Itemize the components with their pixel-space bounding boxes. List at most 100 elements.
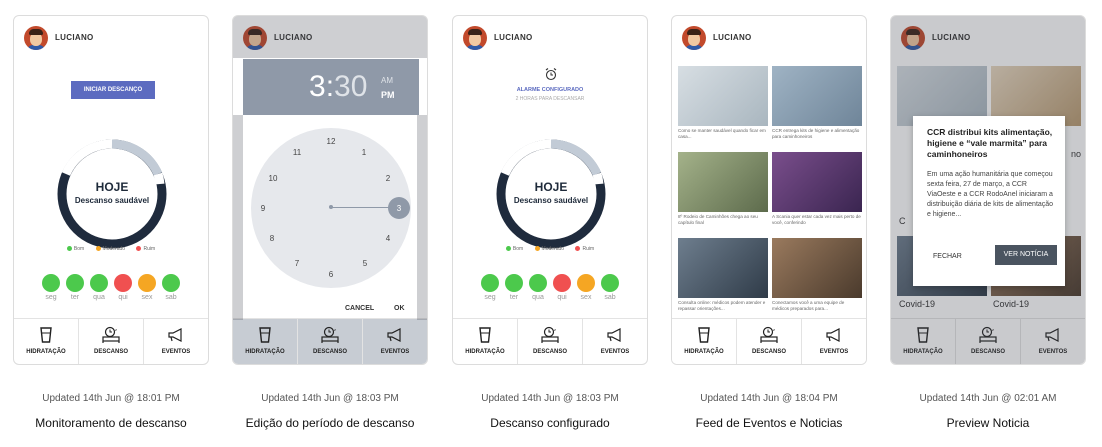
glass-icon	[40, 327, 52, 343]
day-status: qua	[90, 274, 109, 301]
ring-title: HOJE	[534, 180, 568, 194]
nav-eventos[interactable]: EVENTOS	[583, 319, 647, 364]
day-status: qui	[114, 274, 133, 301]
nav-eventos[interactable]: EVENTOS	[802, 319, 866, 364]
day-status: ter	[66, 274, 85, 301]
dial-number: 1	[361, 148, 367, 157]
time-picker-header: 3:30 AM PM	[243, 59, 419, 115]
nav-descanso[interactable]: z DESCANSO	[298, 319, 363, 364]
screen-feed: LUCIANO Como se manter saudável quando f…	[671, 15, 867, 365]
avatar[interactable]	[682, 26, 706, 50]
time-dial[interactable]: 12 1 2 3 4 5 6 7 8 9 10 11	[251, 128, 411, 288]
dial-number: 9	[260, 204, 266, 213]
dial-number: 7	[294, 259, 300, 268]
updated-label: Updated 14th Jun @ 18:03 PM	[481, 393, 619, 404]
screen-title: Preview Noticia	[946, 416, 1030, 430]
dial-number: 5	[362, 259, 368, 268]
updated-label: Updated 14th Jun @ 18:04 PM	[700, 393, 838, 404]
svg-text:z: z	[334, 327, 336, 332]
nav-hidratacao[interactable]: HIDRATAÇÃO	[672, 319, 737, 364]
news-card[interactable]: A Scania quer estar cada vez mais perto …	[772, 152, 862, 236]
user-name: LUCIANO	[55, 33, 94, 42]
status-legend: Bom Moderado Ruim	[14, 246, 208, 252]
modal-body: Em uma ação humanitária que começou sext…	[927, 171, 1054, 218]
news-card[interactable]: Como se manter saudável quando ficar em …	[678, 66, 768, 150]
nav-eventos[interactable]: EVENTOS	[363, 319, 427, 364]
status-legend: Bom Moderado Ruim	[453, 246, 647, 252]
dial-number: 3	[396, 204, 402, 213]
cancel-button[interactable]: CANCEL	[345, 305, 374, 312]
svg-text:z: z	[115, 327, 117, 332]
alarm-subtitle: 2 HORAS PARA DESCANSAR	[515, 96, 585, 102]
screen-title: Descanso configurado	[490, 416, 610, 430]
news-image	[772, 152, 862, 212]
glass-icon	[479, 327, 491, 343]
news-card[interactable]: 8º Rodeio de Caminhões chega ao seu capí…	[678, 152, 768, 236]
nav-descanso[interactable]: z DESCANSO	[518, 319, 583, 364]
news-card[interactable]: Consulta online: médicos podem atender e…	[678, 238, 768, 322]
nav-hidratacao[interactable]: HIDRATAÇÃO	[453, 319, 518, 364]
news-image	[772, 66, 862, 126]
avatar[interactable]	[463, 26, 487, 50]
nav-hidratacao[interactable]: HIDRATAÇÃO	[14, 319, 79, 364]
alarm-title: ALARME CONFIGURADO	[516, 87, 584, 93]
bottom-nav: HIDRATAÇÃO z DESCANSO EVENTOS	[453, 318, 647, 364]
updated-label: Updated 14th Jun @ 18:03 PM	[261, 393, 399, 404]
news-image	[678, 66, 768, 126]
avatar[interactable]	[24, 26, 48, 50]
week-status: seg ter qua qui sex sab	[453, 274, 647, 301]
start-rest-button[interactable]: INICIAR DESCANÇO	[71, 81, 155, 99]
bed-clock-icon: z	[760, 326, 778, 343]
dial-number: 8	[269, 234, 275, 243]
nav-descanso[interactable]: z DESCANSO	[79, 319, 144, 364]
dial-number: 6	[328, 270, 334, 279]
bottom-nav: HIDRATAÇÃO z DESCANSO EVENTOS	[14, 318, 208, 364]
news-card[interactable]: CCR entrega kits de higiene e alimentaçã…	[772, 66, 862, 150]
news-image	[772, 238, 862, 298]
screen-configurado: LUCIANO ALARME CONFIGURADO 2 HORAS PARA …	[452, 15, 648, 365]
glass-icon	[259, 327, 271, 343]
megaphone-icon	[387, 328, 401, 342]
close-button[interactable]: FECHAR	[933, 253, 962, 260]
user-name: LUCIANO	[494, 33, 533, 42]
nav-hidratacao[interactable]: HIDRATAÇÃO	[233, 319, 298, 364]
nav-descanso[interactable]: z DESCANSO	[737, 319, 802, 364]
ring-chart	[496, 139, 606, 249]
app-header: LUCIANO	[14, 16, 208, 58]
ring-title: HOJE	[95, 180, 129, 194]
day-status: sex	[577, 274, 596, 301]
ring-subtitle: Descanso saudável	[74, 196, 150, 205]
day-status: sab	[601, 274, 620, 301]
screen-preview: LUCIANO Covid-19 Covid-19 no C HIDRATAÇÃ…	[890, 15, 1086, 365]
news-image	[678, 152, 768, 212]
am-toggle[interactable]: AM	[381, 76, 393, 85]
news-preview-modal: CCR distribui kits alimentação, higiene …	[913, 116, 1065, 286]
rest-ring: HOJE Descanso saudável	[56, 138, 168, 250]
news-image	[678, 238, 768, 298]
dim-overlay	[233, 16, 427, 58]
app-header: LUCIANO	[672, 16, 866, 58]
updated-label: Updated 14th Jun @ 02:01 AM	[919, 393, 1057, 404]
ok-button[interactable]: OK	[394, 305, 405, 312]
nav-eventos[interactable]: EVENTOS	[144, 319, 208, 364]
day-status: seg	[42, 274, 61, 301]
day-status: qua	[529, 274, 548, 301]
pm-toggle[interactable]: PM	[381, 90, 395, 100]
updated-label: Updated 14th Jun @ 18:01 PM	[42, 393, 180, 404]
screen-edicao: LUCIANO 3:30 AM PM 12 1 2 3 4 5 6 7 8 9 …	[232, 15, 428, 365]
day-status: qui	[553, 274, 572, 301]
news-feed: Como se manter saudável quando ficar em …	[678, 66, 862, 322]
bed-clock-icon: z	[321, 326, 339, 343]
megaphone-icon	[168, 328, 182, 342]
bed-clock-icon: z	[102, 326, 120, 343]
day-status: sab	[162, 274, 181, 301]
dial-number: 10	[268, 174, 278, 183]
screen-title: Monitoramento de descanso	[35, 416, 187, 430]
view-news-button[interactable]: VER NOTÍCIA	[995, 245, 1057, 265]
minute-display[interactable]: 30	[334, 70, 367, 103]
alarm-clock-icon	[545, 68, 557, 81]
rest-ring: HOJE Descanso saudável	[495, 138, 607, 250]
hour-display[interactable]: 3	[309, 70, 326, 103]
news-card[interactable]: Conectamos você a uma equipe de médicos …	[772, 238, 862, 322]
day-status: sex	[138, 274, 157, 301]
